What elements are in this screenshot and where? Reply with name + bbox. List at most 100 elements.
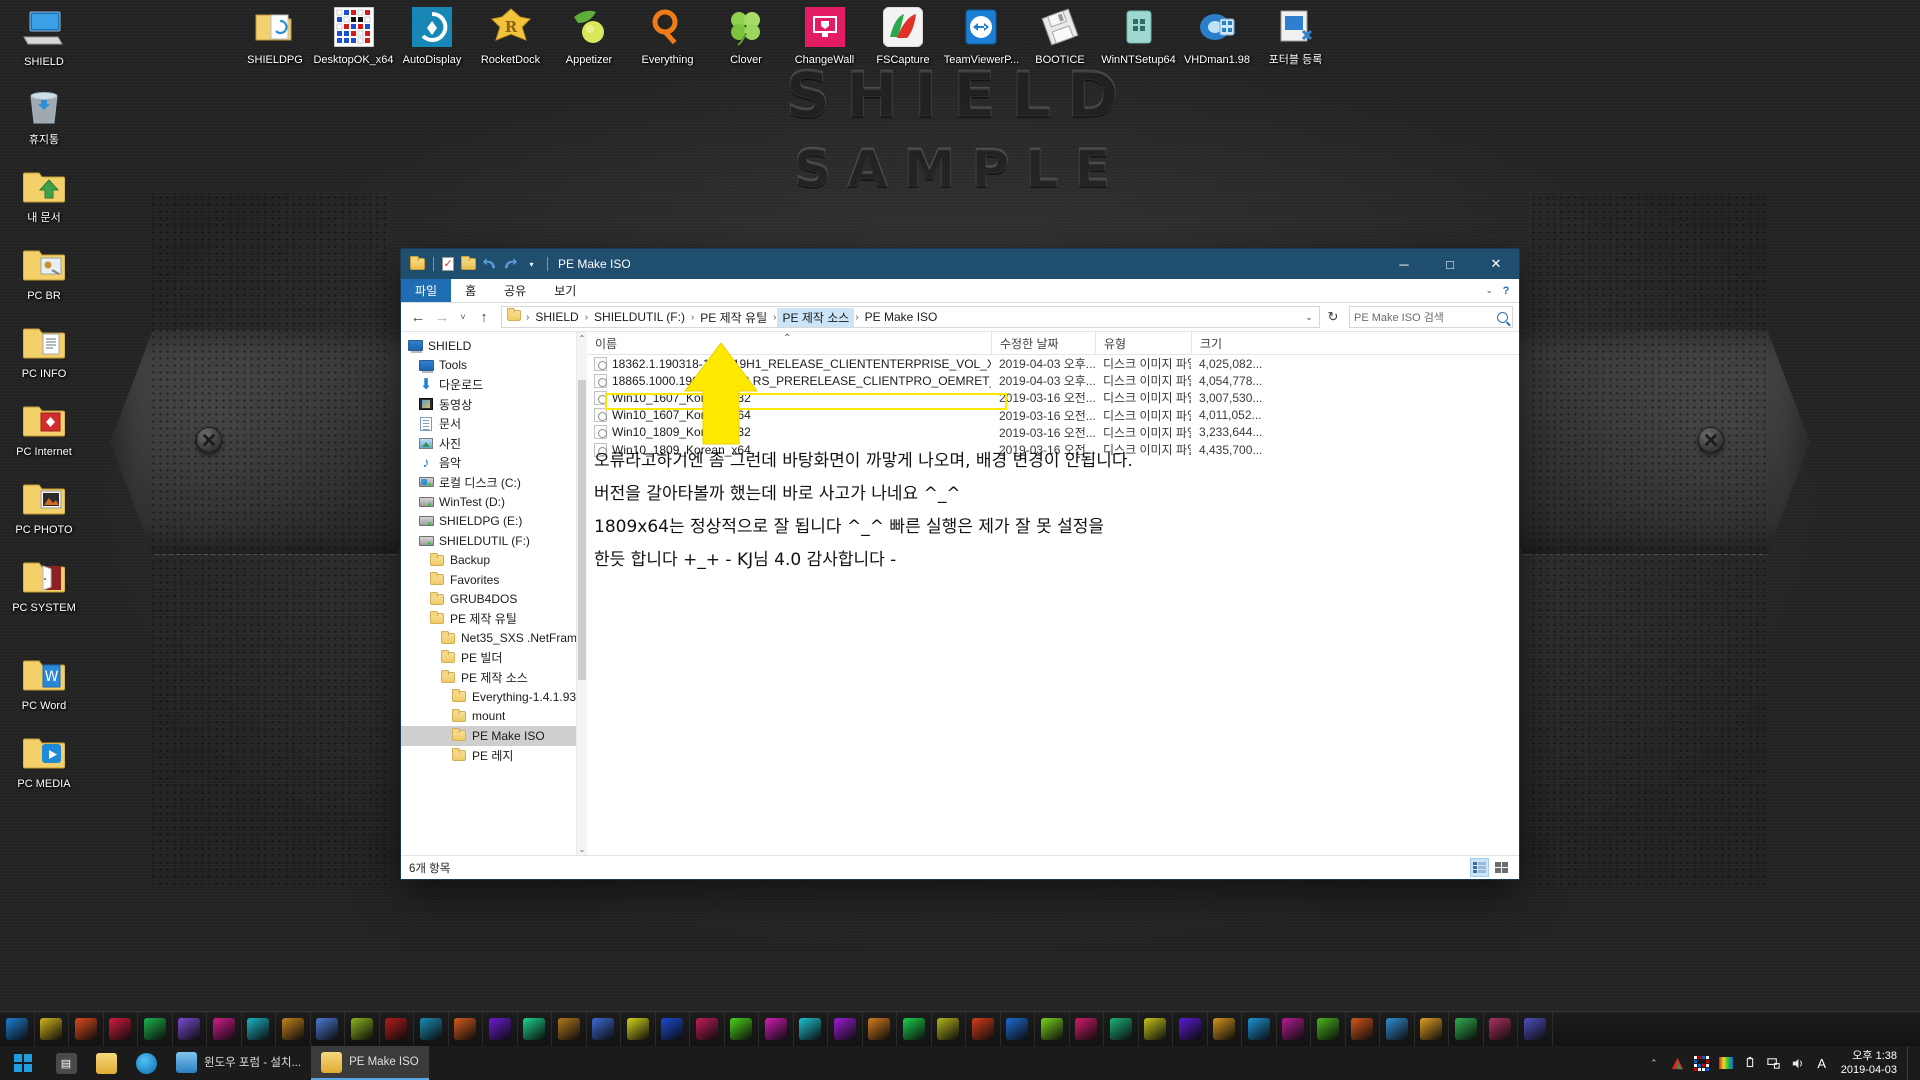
hancom-icon[interactable] <box>1667 1046 1689 1080</box>
dock-item-41[interactable] <box>1415 1011 1449 1047</box>
file-explorer-window[interactable]: ▾ PE Make ISO ─ □ ✕ 파일홈공유보기 ⌄ ? ← → ˅ ↑ … <box>400 248 1520 880</box>
dock-item-42[interactable] <box>1449 1011 1484 1047</box>
colorpicker-icon[interactable] <box>1715 1046 1737 1080</box>
ribbon-expand-caret-icon[interactable]: ⌄ <box>1485 285 1493 296</box>
dock-item-19[interactable] <box>656 1011 690 1047</box>
qat-customize-caret-icon[interactable]: ▾ <box>522 255 541 274</box>
desktop-icon-pc-internet[interactable]: PC Internet <box>0 396 88 459</box>
dock-item-21[interactable] <box>725 1011 759 1047</box>
dock-item-23[interactable] <box>794 1011 828 1047</box>
desktop-icon-appetizer[interactable]: Appetizer <box>545 4 633 67</box>
desktop-icon-pc-system[interactable]: PC SYSTEM <box>0 552 88 615</box>
search-icon[interactable] <box>1497 311 1508 323</box>
nav-item-사진[interactable]: 사진 <box>401 434 587 454</box>
dock-item-22[interactable] <box>759 1011 794 1047</box>
navigation-scrollbar[interactable]: ⌃ ⌄ <box>576 332 587 855</box>
desktop-icon-clover[interactable]: Clover <box>702 4 790 67</box>
nav-item-shieldpg-e:-[interactable]: SHIELDPG (E:) <box>401 512 587 532</box>
column-header-size[interactable]: 크기 <box>1191 332 1519 354</box>
dock-item-10[interactable] <box>345 1011 380 1047</box>
nav-item-favorites[interactable]: Favorites <box>401 570 587 590</box>
dock-item-16[interactable] <box>552 1011 587 1047</box>
desktop-icon-autodisplay[interactable]: AutoDisplay <box>388 4 476 67</box>
dock-item-29[interactable] <box>1001 1011 1035 1047</box>
ime-A-icon[interactable]: A <box>1811 1046 1833 1080</box>
window-titlebar[interactable]: ▾ PE Make ISO ─ □ ✕ <box>401 249 1519 279</box>
dock-item-33[interactable] <box>1139 1011 1173 1047</box>
desktop-icon-fscapture[interactable]: FSCapture <box>859 4 947 67</box>
address-dropdown-icon[interactable]: ⌄ <box>1301 312 1317 323</box>
breadcrumb-item-2[interactable]: PE 제작 유틸 <box>695 308 772 327</box>
dock-item-34[interactable] <box>1173 1011 1208 1047</box>
dock-item-27[interactable] <box>932 1011 966 1047</box>
usb-eject-icon[interactable] <box>1739 1046 1761 1080</box>
breadcrumb-bar[interactable]: › SHIELD › SHIELDUTIL (F:) › PE 제작 유틸 › PE 제작 소… <box>501 306 1320 328</box>
dock-item-18[interactable] <box>621 1011 656 1047</box>
desktop-icon-everything[interactable]: Everything <box>624 4 712 67</box>
file-name-cell[interactable]: 18865.1000.190322-1503.RS_PRERELEASE_CLI… <box>587 373 991 388</box>
desktop-icon-shield[interactable]: SHIELD <box>0 6 88 69</box>
recent-locations-button[interactable]: ˅ <box>455 306 471 328</box>
dock-item-38[interactable] <box>1311 1011 1346 1047</box>
file-explorer-icon[interactable] <box>86 1046 126 1080</box>
breadcrumb-item-0[interactable]: SHIELD <box>530 309 583 325</box>
desktop-icon-포터블-등록[interactable]: 포터블 등록 <box>1252 4 1340 67</box>
help-icon[interactable]: ? <box>1499 284 1513 298</box>
desktop-icon-changewall[interactable]: ChangeWall <box>781 4 869 67</box>
nav-item-음악[interactable]: ♪ 음악 <box>401 453 587 473</box>
icon-dock[interactable] <box>0 1011 1920 1047</box>
nav-item-grub4dos[interactable]: GRUB4DOS <box>401 590 587 610</box>
desktop-icon-winntsetup64[interactable]: WinNTSetup64 <box>1095 4 1183 67</box>
dock-item-3[interactable] <box>104 1011 138 1047</box>
nav-item-동영상[interactable]: 동영상 <box>401 395 587 415</box>
table-row[interactable]: Win10_1607_Korean_x32 2019-03-16 오전... 디스크… <box>587 389 1519 406</box>
minimize-button[interactable]: ─ <box>1381 249 1427 279</box>
dock-item-40[interactable] <box>1380 1011 1415 1047</box>
search-input[interactable]: PE Make ISO 검색 <box>1349 306 1513 328</box>
nav-scroll-thumb[interactable] <box>578 380 586 680</box>
taskbar-clock[interactable]: 오후 1:38 2019-04-03 <box>1835 1046 1905 1080</box>
task-view-icon[interactable]: ▤ <box>46 1046 86 1080</box>
dock-item-35[interactable] <box>1208 1011 1242 1047</box>
desktop-icon-bootice[interactable]: BOOTICE <box>1016 4 1104 67</box>
dock-item-31[interactable] <box>1070 1011 1104 1047</box>
up-button[interactable]: ↑ <box>473 306 495 328</box>
close-button[interactable]: ✕ <box>1473 249 1519 279</box>
desktop-icon-rocketdock[interactable]: R RocketDock <box>467 4 555 67</box>
dock-item-14[interactable] <box>483 1011 518 1047</box>
dock-item-2[interactable] <box>69 1011 104 1047</box>
table-row[interactable]: Win10_1607_Korean_x64 2019-03-16 오전... 디스크… <box>587 407 1519 424</box>
ribbon-tab-0[interactable]: 파일 <box>401 279 452 302</box>
nav-item-shield[interactable]: SHIELD <box>401 336 587 356</box>
nav-item-backup[interactable]: Backup <box>401 551 587 571</box>
dock-item-44[interactable] <box>1518 1011 1553 1047</box>
qat-folder-icon[interactable] <box>408 255 427 274</box>
dock-item-43[interactable] <box>1484 1011 1518 1047</box>
refresh-button[interactable]: ↻ <box>1322 306 1344 328</box>
maximize-button[interactable]: □ <box>1427 249 1473 279</box>
back-button[interactable]: ← <box>407 306 429 328</box>
dock-item-24[interactable] <box>828 1011 863 1047</box>
file-name-cell[interactable]: Win10_1809_Korean_x64 <box>587 442 991 457</box>
nav-item-pe-빌더[interactable]: PE 빌더 <box>401 648 587 668</box>
network-icon[interactable] <box>1763 1046 1785 1080</box>
tiles-view-icon[interactable] <box>1492 858 1511 877</box>
dock-item-20[interactable] <box>690 1011 725 1047</box>
dock-item-37[interactable] <box>1277 1011 1311 1047</box>
dock-item-26[interactable] <box>897 1011 932 1047</box>
dock-item-12[interactable] <box>414 1011 449 1047</box>
qat-properties-icon[interactable] <box>438 255 457 274</box>
desktop-icon-pc-photo[interactable]: PC PHOTO <box>0 474 88 537</box>
nav-item-everything-1-4-1-938-x64[interactable]: Everything-1.4.1.938.x64 <box>401 687 587 707</box>
ribbon-tab-3[interactable]: 보기 <box>540 279 590 302</box>
desktop-icon-pc-media[interactable]: PC MEDIA <box>0 728 88 791</box>
nav-item-pe-레지[interactable]: PE 레지 <box>401 746 587 766</box>
column-header-type[interactable]: 유형 <box>1095 332 1191 354</box>
dock-item-15[interactable] <box>518 1011 552 1047</box>
ribbon-tab-1[interactable]: 홈 <box>451 279 490 302</box>
dock-item-6[interactable] <box>207 1011 242 1047</box>
dock-item-30[interactable] <box>1035 1011 1070 1047</box>
dock-item-39[interactable] <box>1346 1011 1380 1047</box>
desktop-icon-내-문서[interactable]: 내 문서 <box>0 162 88 225</box>
desktop-icon-pc-word[interactable]: W PC Word <box>0 650 88 713</box>
